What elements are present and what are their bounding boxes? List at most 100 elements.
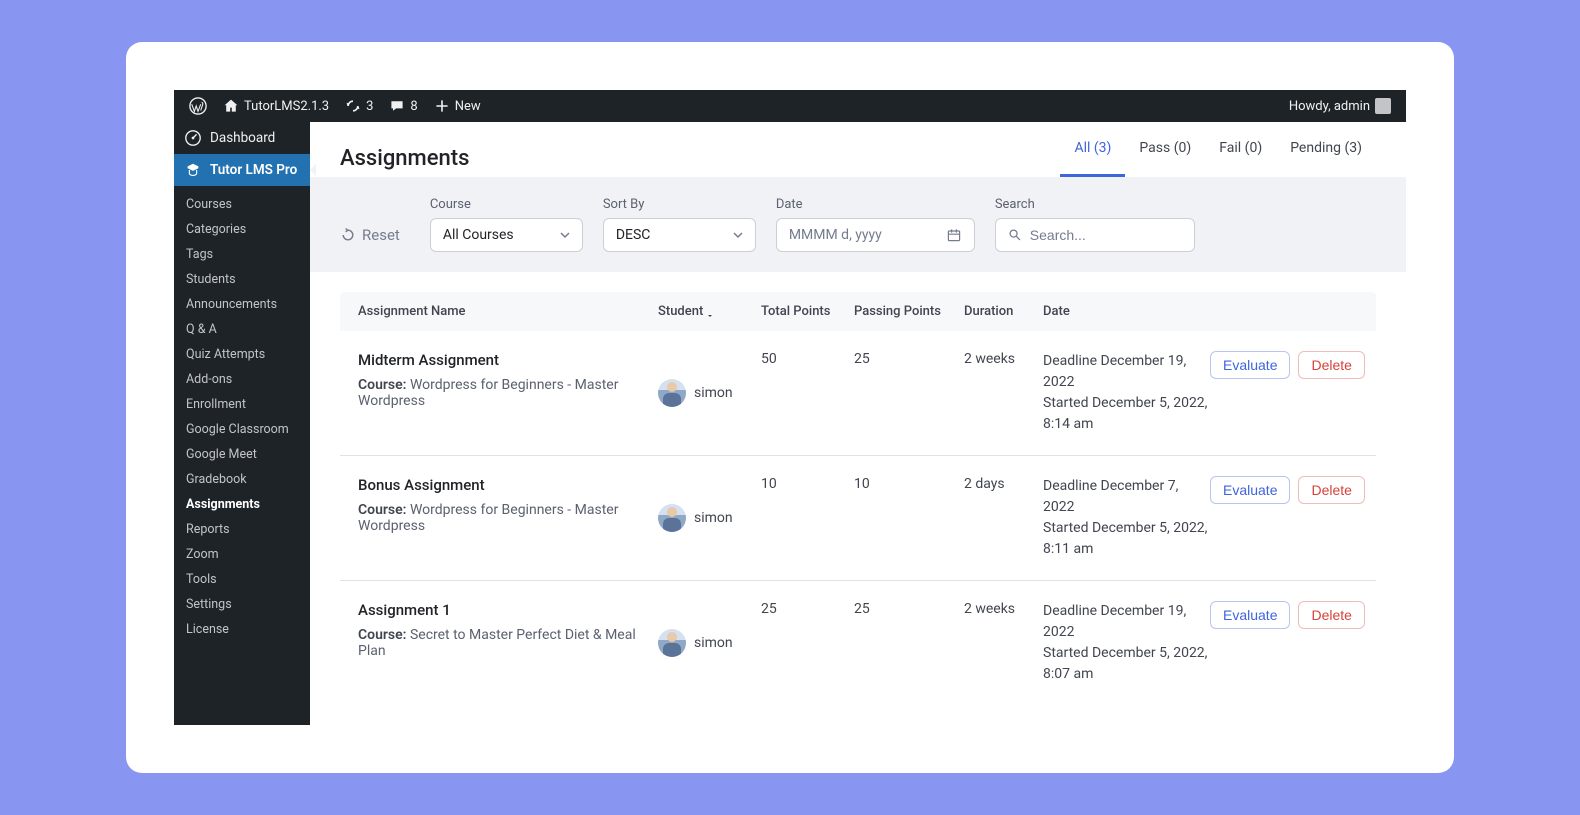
chevron-down-icon — [560, 230, 570, 240]
student-avatar — [658, 629, 686, 657]
student-name: simon — [694, 510, 733, 526]
sidebar-sub-announcements[interactable]: Announcements — [174, 292, 310, 317]
greeting: Howdy, admin — [1289, 99, 1370, 114]
filter-search-label: Search — [995, 197, 1195, 212]
page-title: Assignments — [340, 146, 469, 171]
sidebar-sub-tools[interactable]: Tools — [174, 567, 310, 592]
course-value: All Courses — [443, 227, 514, 243]
content-area: Assignments All (3)Pass (0)Fail (0)Pendi… — [310, 122, 1406, 725]
tab-pass[interactable]: Pass (0) — [1125, 140, 1205, 177]
table-row: Bonus Assignment Course: Wordpress for B… — [340, 456, 1376, 581]
sidebar-sub-license[interactable]: License — [174, 617, 310, 642]
delete-button[interactable]: Delete — [1298, 351, 1364, 379]
reset-label: Reset — [362, 226, 400, 244]
new-link[interactable]: New — [429, 98, 486, 114]
sidebar-sub-courses[interactable]: Courses — [174, 192, 310, 217]
evaluate-button[interactable]: Evaluate — [1210, 476, 1290, 504]
date-placeholder: MMMM d, yyyy — [789, 227, 882, 243]
passing-points: 25 — [854, 601, 964, 685]
sidebar-active-label: Tutor LMS Pro — [210, 162, 297, 178]
evaluate-button[interactable]: Evaluate — [1210, 601, 1290, 629]
sidebar-sub-settings[interactable]: Settings — [174, 592, 310, 617]
search-input[interactable] — [1030, 227, 1182, 243]
table-row: Assignment 1 Course: Secret to Master Pe… — [340, 581, 1376, 705]
header-total: Total Points — [761, 304, 854, 319]
date-picker[interactable]: MMMM d, yyyy — [776, 218, 975, 252]
student-name: simon — [694, 635, 733, 651]
wordpress-logo-icon[interactable] — [184, 97, 212, 115]
tab-fail[interactable]: Fail (0) — [1205, 140, 1276, 177]
evaluate-button[interactable]: Evaluate — [1210, 351, 1290, 379]
header-date: Date — [1043, 304, 1210, 319]
admin-bar: TutorLMS2.1.3 3 8 New Howdy, admin — [174, 90, 1406, 122]
sidebar-sub-google-meet[interactable]: Google Meet — [174, 442, 310, 467]
passing-points: 10 — [854, 476, 964, 560]
header-passing: Passing Points — [854, 304, 964, 319]
course-dropdown[interactable]: All Courses — [430, 218, 583, 252]
new-label: New — [455, 99, 481, 114]
sidebar-sub-categories[interactable]: Categories — [174, 217, 310, 242]
delete-button[interactable]: Delete — [1298, 601, 1364, 629]
comments-link[interactable]: 8 — [384, 98, 422, 114]
dates: Deadline December 7, 2022Started Decembe… — [1043, 476, 1210, 560]
sidebar-sub-assignments[interactable]: Assignments — [174, 492, 310, 517]
course-line: Course: Secret to Master Perfect Diet & … — [358, 627, 658, 659]
header-student[interactable]: Student — [658, 304, 761, 319]
course-line: Course: Wordpress for Beginners - Master… — [358, 377, 658, 409]
sidebar-dashboard-label: Dashboard — [210, 130, 275, 146]
header-assignment-name: Assignment Name — [358, 304, 658, 319]
duration: 2 weeks — [964, 601, 1043, 685]
reset-button[interactable]: Reset — [340, 226, 400, 244]
total-points: 25 — [761, 601, 854, 685]
tab-all[interactable]: All (3) — [1060, 140, 1125, 177]
sidebar-item-dashboard[interactable]: Dashboard — [174, 122, 310, 154]
site-name: TutorLMS2.1.3 — [244, 99, 329, 114]
tab-pending[interactable]: Pending (3) — [1276, 140, 1376, 177]
course-line: Course: Wordpress for Beginners - Master… — [358, 502, 658, 534]
comments-count: 8 — [410, 99, 417, 114]
sort-value: DESC — [616, 227, 651, 243]
filters-bar: Reset Course All Courses Sort By DESC — [310, 177, 1406, 272]
sidebar-sub-google-classroom[interactable]: Google Classroom — [174, 417, 310, 442]
total-points: 10 — [761, 476, 854, 560]
sidebar-sub-q-a[interactable]: Q & A — [174, 317, 310, 342]
updates-count: 3 — [366, 99, 373, 114]
dates: Deadline December 19, 2022Started Decemb… — [1043, 351, 1210, 435]
chevron-down-icon — [733, 230, 743, 240]
duration: 2 days — [964, 476, 1043, 560]
assignment-title: Assignment 1 — [358, 601, 658, 619]
sidebar-sub-zoom[interactable]: Zoom — [174, 542, 310, 567]
sidebar-sub-gradebook[interactable]: Gradebook — [174, 467, 310, 492]
site-link[interactable]: TutorLMS2.1.3 — [218, 98, 334, 114]
assignment-title: Midterm Assignment — [358, 351, 658, 369]
account-link[interactable]: Howdy, admin — [1284, 98, 1396, 114]
table-row: Midterm Assignment Course: Wordpress for… — [340, 331, 1376, 456]
search-box[interactable] — [995, 218, 1195, 252]
avatar-icon — [1375, 98, 1391, 114]
delete-button[interactable]: Delete — [1298, 476, 1364, 504]
search-icon — [1008, 227, 1022, 243]
sidebar-sub-quiz-attempts[interactable]: Quiz Attempts — [174, 342, 310, 367]
sidebar-item-tutor-lms[interactable]: Tutor LMS Pro — [174, 154, 310, 186]
assignment-title: Bonus Assignment — [358, 476, 658, 494]
sidebar-sub-tags[interactable]: Tags — [174, 242, 310, 267]
sort-icon — [707, 306, 717, 318]
calendar-icon — [946, 227, 962, 243]
dates: Deadline December 19, 2022Started Decemb… — [1043, 601, 1210, 685]
sort-dropdown[interactable]: DESC — [603, 218, 756, 252]
status-tabs: All (3)Pass (0)Fail (0)Pending (3) — [1060, 140, 1376, 177]
passing-points: 25 — [854, 351, 964, 435]
updates-link[interactable]: 3 — [340, 98, 378, 114]
sidebar-sub-enrollment[interactable]: Enrollment — [174, 392, 310, 417]
admin-sidebar: Dashboard Tutor LMS Pro CoursesCategorie… — [174, 122, 310, 725]
sidebar-submenu: CoursesCategoriesTagsStudentsAnnouncemen… — [174, 186, 310, 648]
table-header: Assignment Name Student Total Points Pas… — [340, 292, 1376, 331]
sidebar-sub-reports[interactable]: Reports — [174, 517, 310, 542]
student-name: simon — [694, 385, 733, 401]
student-avatar — [658, 504, 686, 532]
sidebar-sub-students[interactable]: Students — [174, 267, 310, 292]
sidebar-sub-add-ons[interactable]: Add-ons — [174, 367, 310, 392]
duration: 2 weeks — [964, 351, 1043, 435]
student-avatar — [658, 379, 686, 407]
filter-date-label: Date — [776, 197, 975, 212]
